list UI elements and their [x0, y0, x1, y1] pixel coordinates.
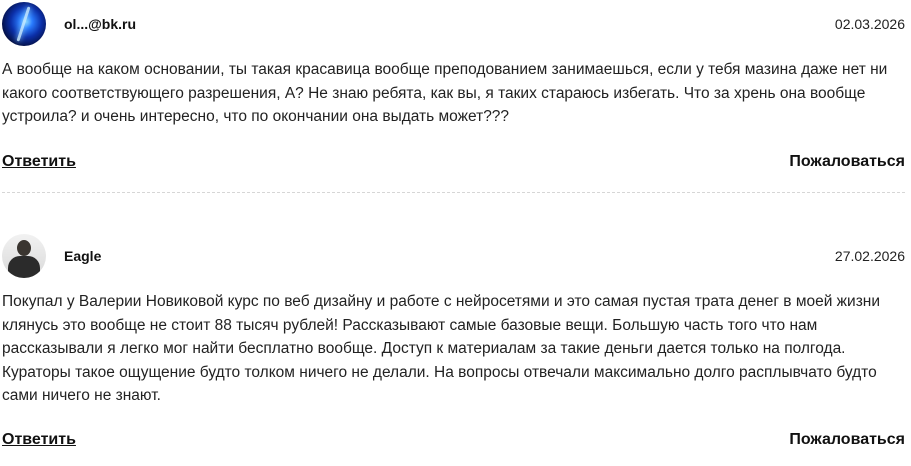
report-link[interactable]: Пожаловаться [789, 153, 905, 171]
avatar[interactable] [2, 2, 46, 46]
avatar[interactable] [2, 234, 46, 278]
comment-actions: Ответить Пожаловаться [0, 153, 911, 177]
avatar-light-streak [16, 6, 31, 42]
comment: Eagle 27.02.2026 Покупал у Валерии Новик… [0, 228, 911, 448]
comment-date: 02.03.2026 [834, 16, 905, 32]
comment-date: 27.02.2026 [834, 248, 905, 264]
comment-header: Eagle 27.02.2026 [0, 228, 911, 280]
comment-text: А вообще на каком основании, ты такая кр… [2, 61, 888, 125]
report-link[interactable]: Пожаловаться [789, 431, 905, 449]
comment-author: ol...@bk.ru [64, 16, 136, 32]
avatar-head-shape [17, 240, 31, 256]
comment-divider [2, 192, 905, 193]
reply-link[interactable]: Ответить [2, 431, 76, 449]
comment: ol...@bk.ru 02.03.2026 А вообще на каком… [0, 0, 911, 193]
reply-link[interactable]: Ответить [2, 153, 76, 171]
comment-author: Eagle [64, 248, 102, 264]
avatar-body-shape [8, 256, 40, 278]
comment-text: Покупал у Валерии Новиковой курс по веб … [2, 293, 881, 404]
comment-header: ol...@bk.ru 02.03.2026 [0, 0, 911, 52]
comment-actions: Ответить Пожаловаться [0, 431, 911, 455]
